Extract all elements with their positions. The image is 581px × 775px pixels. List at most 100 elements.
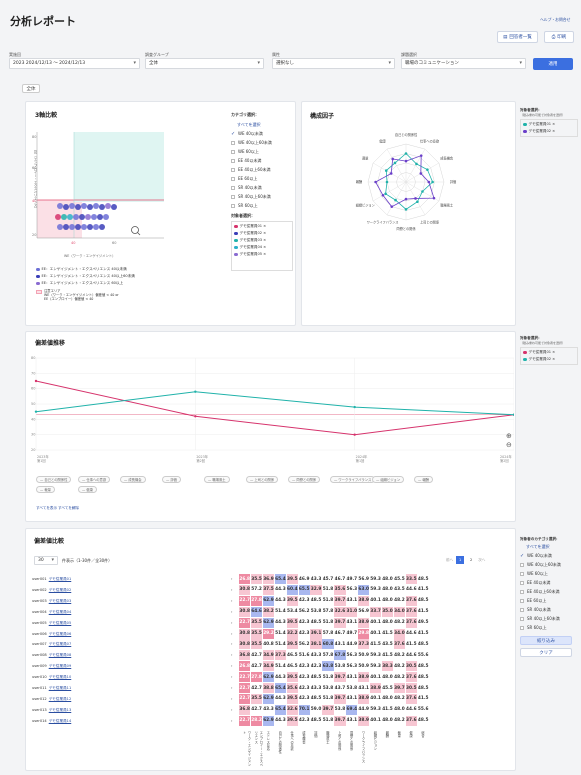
print-button[interactable]: ⎙ 印刷 [544, 31, 574, 43]
side-select-all[interactable]: すべてを選択 [520, 542, 578, 551]
chevron-right-icon[interactable]: › [231, 610, 232, 614]
factor-pill[interactable]: — 報酬 [414, 476, 433, 483]
side-category-checkbox[interactable]: SR 40以未満 [520, 605, 578, 614]
scatter-point[interactable] [85, 214, 91, 220]
factor-pill[interactable]: — ワークライフバランス [330, 476, 376, 483]
row-name-link[interactable]: デモ従業員11 [49, 686, 72, 690]
clear-button[interactable]: クリア [520, 648, 572, 657]
trend-point[interactable] [34, 379, 38, 383]
category-checkbox[interactable]: SR 40以未満 [231, 183, 293, 192]
row-name-link[interactable]: デモ従業員01 [49, 577, 72, 581]
scatter-point[interactable] [75, 204, 81, 210]
target-chip[interactable]: デモ従業員04 × [234, 244, 290, 251]
column-header[interactable]: 職場風土 [325, 731, 330, 767]
row-name-link[interactable]: デモ従業員04 [49, 610, 72, 614]
scatter-point[interactable] [93, 224, 99, 230]
trend-point[interactable] [194, 415, 197, 418]
side-category-checkbox[interactable]: EE 40以上60未満 [520, 587, 578, 596]
chevron-right-icon[interactable]: › [231, 642, 232, 646]
scatter-point[interactable] [87, 204, 93, 210]
chevron-right-icon[interactable]: › [231, 599, 232, 603]
radar-point[interactable] [391, 157, 394, 161]
scatter-point[interactable] [87, 224, 93, 230]
page-2-button[interactable]: 2 [467, 556, 475, 564]
chevron-right-icon[interactable]: › [231, 719, 232, 723]
scatter-point[interactable] [81, 203, 87, 209]
side-category-checkbox[interactable]: EE 40以未満 [520, 578, 578, 587]
column-header[interactable]: 裁量 [397, 731, 402, 767]
category-checkbox[interactable]: WE 40以上60未満 [231, 138, 293, 147]
target-chip[interactable]: デモ従業員01 × [234, 223, 290, 230]
scatter-point[interactable] [99, 204, 105, 210]
row-name-link[interactable]: デモ従業員14 [49, 719, 72, 723]
scatter-point[interactable] [55, 214, 61, 220]
radar-point[interactable] [385, 180, 389, 184]
help-link[interactable]: ヘルプ・お問合せ [540, 17, 570, 23]
chevron-right-icon[interactable]: › [231, 632, 232, 636]
zoom-icon[interactable] [131, 226, 141, 236]
radar-point[interactable] [432, 196, 436, 200]
trend-point[interactable] [353, 433, 356, 436]
factor-pill[interactable]: — 同僚との関係 [288, 476, 321, 483]
trend-point[interactable] [512, 413, 514, 416]
prev-page-button[interactable]: 前へ [446, 558, 453, 563]
target-chip[interactable]: デモ従業員05 × [234, 251, 290, 258]
group-select[interactable]: 全体 ▾ [145, 58, 264, 69]
column-header[interactable]: エンプロイー・エクスペリエンス [254, 731, 264, 767]
row-name-link[interactable]: デモ従業員12 [49, 697, 72, 701]
chevron-right-icon[interactable]: › [231, 577, 232, 581]
radar-point[interactable] [419, 154, 423, 157]
scatter-point[interactable] [69, 203, 75, 209]
factor-pill[interactable]: — 仕事への意欲 [78, 476, 111, 483]
page-1-button[interactable]: 1 [456, 556, 465, 564]
tag-all[interactable]: 全体 [22, 84, 40, 93]
side-category-checkbox[interactable]: ✓ WE 40以未満 [520, 551, 578, 560]
radar-point[interactable] [419, 172, 423, 175]
column-header[interactable]: 仕事への意欲 [290, 731, 295, 767]
scatter-point[interactable] [69, 224, 75, 230]
column-header[interactable]: 自己との関係性 [278, 731, 283, 767]
target-chip[interactable]: デモ従業員02 × [234, 230, 290, 237]
scatter-point[interactable] [105, 203, 111, 209]
scatter-point[interactable] [67, 214, 73, 220]
target-chip[interactable]: デモ従業員01 × [523, 349, 575, 356]
scatter-point[interactable] [93, 203, 99, 209]
row-name-link[interactable]: デモ従業員02 [49, 588, 72, 592]
radar-point[interactable] [421, 190, 424, 193]
column-header[interactable]: 同僚との関係 [349, 731, 354, 767]
column-header[interactable]: 総合 [421, 731, 426, 767]
category-checkbox[interactable]: EE 40以上60未満 [231, 165, 293, 174]
page-size-select[interactable]: 30 ▾ [34, 556, 58, 565]
chevron-right-icon[interactable]: › [231, 708, 232, 712]
radar-point[interactable] [404, 197, 408, 201]
factor-pill[interactable]: — 自己との関係性 [36, 476, 72, 483]
select-all-link[interactable]: すべてを選択 [231, 120, 293, 129]
column-header[interactable]: 報酬 [385, 731, 390, 767]
row-name-link[interactable]: デモ従業員03 [49, 599, 72, 603]
factor-pill[interactable]: — 上司との関係 [246, 476, 279, 483]
zoom-out-icon[interactable]: ⊖ [506, 441, 512, 449]
apply-button[interactable]: 適用 [533, 58, 573, 70]
side-category-checkbox[interactable]: WE 40以上60未満 [520, 560, 578, 569]
radar-point[interactable] [404, 159, 408, 163]
row-name-link[interactable]: デモ従業員05 [49, 621, 72, 625]
topic-select[interactable]: 職場のコミュニケーション ▾ [401, 58, 526, 69]
attr-select[interactable]: 選択なし ▾ [272, 58, 395, 69]
column-header[interactable]: 成長機会 [302, 731, 307, 767]
radar-point[interactable] [415, 162, 418, 166]
scatter-point[interactable] [99, 224, 105, 230]
factor-pill[interactable]: — 評価 [162, 476, 181, 483]
clear-all-link[interactable]: すべてを解除 [58, 506, 79, 511]
target-chip[interactable]: デモ従業員02 × [523, 128, 575, 135]
side-category-checkbox[interactable]: WE 60以上 [520, 569, 578, 578]
column-header[interactable]: ストレス反応 [266, 731, 271, 767]
radar-point[interactable] [404, 152, 408, 155]
scatter-point[interactable] [75, 224, 81, 230]
scatter-point[interactable] [73, 214, 79, 220]
row-name-link[interactable]: デモ従業員08 [49, 653, 72, 657]
row-name-link[interactable]: デモ従業員09 [49, 664, 72, 668]
chevron-right-icon[interactable]: › [231, 697, 232, 701]
scatter-point[interactable] [91, 214, 97, 220]
factor-pill[interactable]: — 健康 [78, 486, 97, 493]
chevron-right-icon[interactable]: › [231, 675, 232, 679]
